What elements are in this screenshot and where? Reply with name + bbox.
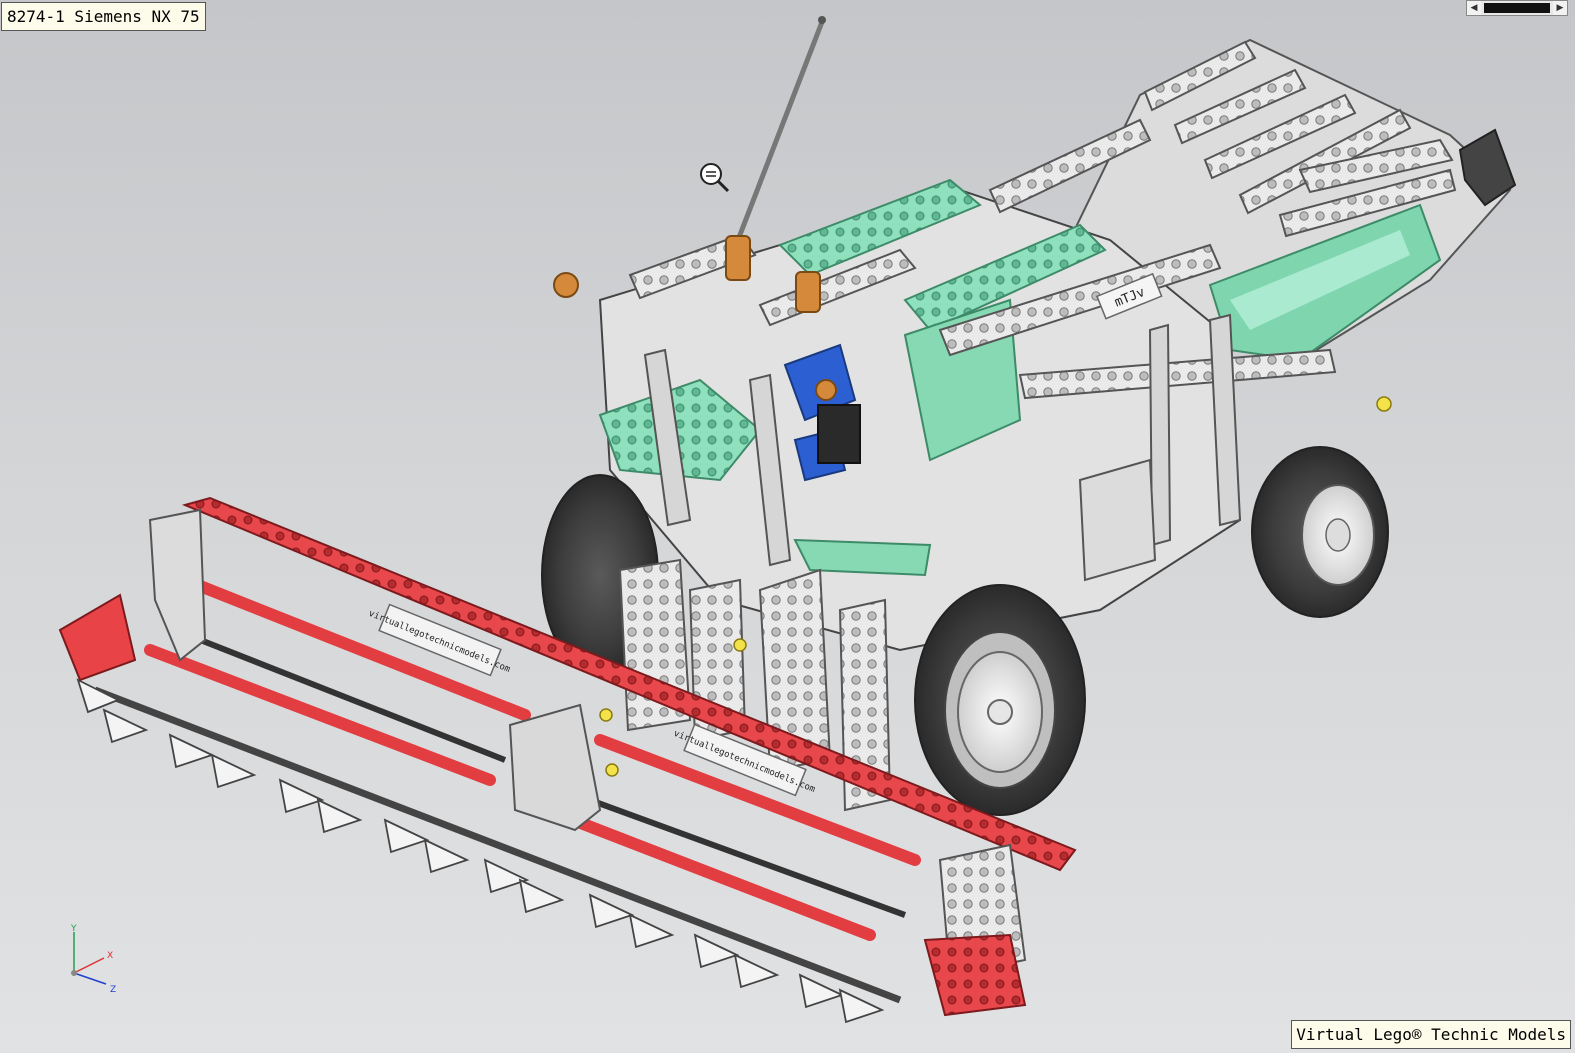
x-axis-label: X <box>107 951 113 961</box>
credit-label: Virtual Lego® Technic Models <box>1291 1020 1571 1049</box>
model-viewport[interactable]: mTJv virtuallegotechnicmodels.com virtua… <box>0 0 1575 1053</box>
x-axis-line <box>73 957 105 974</box>
z-axis-line <box>73 972 107 985</box>
front-right-wheel <box>914 584 1086 816</box>
z-axis-label: Z <box>110 985 116 995</box>
zoom-magnifier-icon <box>700 163 730 193</box>
y-axis-label: Y <box>70 924 77 934</box>
coordinate-triad: Y X Z <box>70 924 116 995</box>
rear-wheel <box>1251 446 1389 618</box>
